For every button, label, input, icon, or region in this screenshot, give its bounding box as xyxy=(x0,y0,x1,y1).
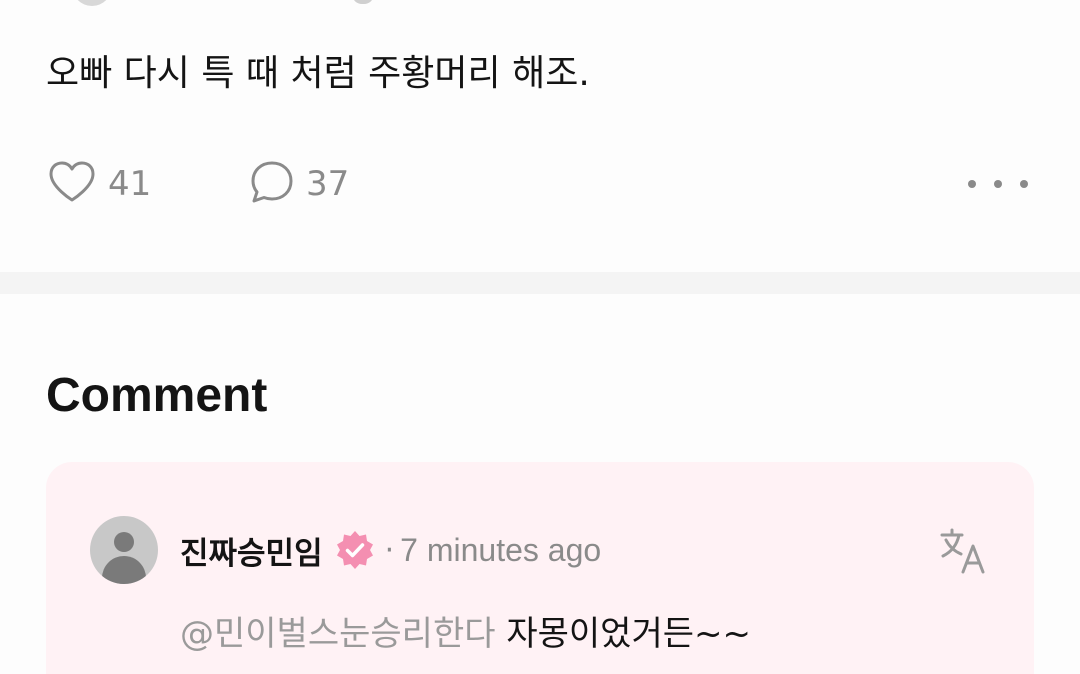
post-action-bar: 41 37 xyxy=(46,158,1036,210)
section-divider xyxy=(0,272,1080,294)
like-button[interactable]: 41 xyxy=(46,158,151,210)
more-options-button[interactable] xyxy=(968,172,1028,196)
comment-item[interactable]: 진짜승민임 · 7 minutes ago @민이벌스눈승리한다 자몽이었거든~… xyxy=(46,462,1034,674)
avatar-body-shape xyxy=(102,556,146,584)
like-count: 41 xyxy=(108,164,152,204)
verified-badge-icon xyxy=(333,528,377,572)
post-body-text: 오빠 다시 특 때 처럼 주황머리 해조. xyxy=(46,53,590,94)
translate-button[interactable] xyxy=(938,526,988,576)
more-dot-icon xyxy=(968,180,976,188)
more-dot-icon xyxy=(994,180,1002,188)
comment-author-name[interactable]: 진짜승민임 xyxy=(180,528,323,573)
comment-text: @민이벌스눈승리한다 자몽이었거든~~ xyxy=(180,610,751,658)
more-dot-icon xyxy=(1020,180,1028,188)
comment-mention[interactable]: @민이벌스눈승리한다 xyxy=(180,614,496,654)
comment-section-title: Comment xyxy=(46,369,268,422)
commenter-avatar[interactable] xyxy=(90,516,158,584)
post-author-avatar-partial[interactable] xyxy=(72,0,112,6)
post-meta-partial xyxy=(352,0,374,4)
comment-count: 37 xyxy=(306,164,350,204)
meta-separator: · xyxy=(384,532,395,568)
comment-bubble-icon xyxy=(248,156,296,212)
heart-icon xyxy=(46,156,98,212)
avatar-head-shape xyxy=(114,532,134,552)
comment-body: 자몽이었거든~~ xyxy=(495,614,751,654)
post-detail-screen: 오빠 다시 특 때 처럼 주황머리 해조. 41 37 Comment 진짜승민… xyxy=(0,0,1080,674)
comment-meta: 진짜승민임 · 7 minutes ago xyxy=(180,526,601,574)
comment-button[interactable]: 37 xyxy=(248,158,349,210)
translate-icon xyxy=(938,528,988,580)
comment-timestamp: 7 minutes ago xyxy=(400,531,602,568)
